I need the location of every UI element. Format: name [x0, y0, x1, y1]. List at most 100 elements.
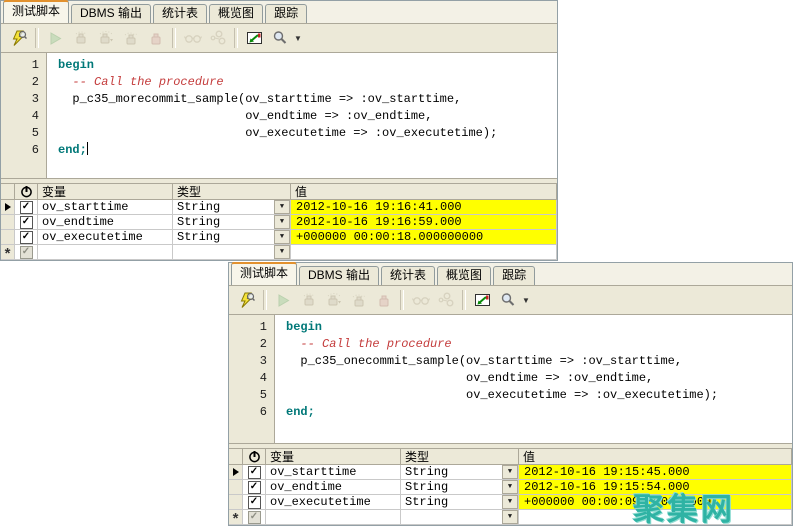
type-dropdown-button[interactable]: ▼	[274, 215, 290, 229]
value-cell[interactable]: 2012-10-16 19:15:45.000	[519, 465, 792, 479]
type-cell[interactable]: String▼	[401, 495, 519, 509]
checkbox-icon[interactable]: ✓	[248, 466, 261, 479]
code-area[interactable]: begin -- Call the procedure p_c35_onecom…	[275, 315, 792, 443]
run-icon[interactable]	[44, 27, 67, 49]
checkbox-icon[interactable]: ✓	[248, 481, 261, 494]
sql-editor[interactable]: 123456 begin -- Call the procedure p_c35…	[229, 315, 792, 443]
tab-test-script[interactable]: 测试脚本	[3, 0, 69, 23]
value-cell[interactable]: 2012-10-16 19:16:59.000	[291, 215, 557, 229]
run-icon[interactable]	[272, 289, 295, 311]
type-cell[interactable]: ▼	[401, 510, 519, 524]
toggle-column-header[interactable]	[15, 184, 38, 199]
checkbox-cell[interactable]: ✓	[243, 480, 266, 494]
checkbox-cell[interactable]: ✓	[15, 230, 38, 244]
tab-overview[interactable]: 概览图	[437, 266, 491, 285]
step-out-icon[interactable]	[119, 27, 142, 49]
test-window-1: 测试脚本DBMS 输出统计表概览图跟踪 ▼ 123456 begin -- Ca…	[0, 0, 558, 261]
step-over-icon[interactable]	[322, 289, 345, 311]
tab-statistics[interactable]: 统计表	[381, 266, 435, 285]
checkbox-icon[interactable]: ✓	[20, 201, 33, 214]
type-cell[interactable]: String▼	[173, 230, 291, 244]
checkbox-icon[interactable]: ✓	[248, 496, 261, 509]
step-into-icon[interactable]	[297, 289, 320, 311]
tab-trace[interactable]: 跟踪	[265, 4, 307, 23]
type-cell[interactable]: String▼	[401, 465, 519, 479]
tab-dbms-output[interactable]: DBMS 输出	[71, 4, 151, 23]
checkbox-icon[interactable]: ✓	[20, 216, 33, 229]
variable-name-cell[interactable]	[266, 510, 401, 524]
sql-editor[interactable]: 123456 begin -- Call the procedure p_c35…	[1, 53, 557, 178]
row-selector-cell[interactable]	[229, 480, 243, 494]
stop-icon[interactable]	[144, 27, 167, 49]
stop-icon[interactable]	[372, 289, 395, 311]
profiler-icon[interactable]	[243, 27, 266, 49]
test-script-icon[interactable]	[235, 289, 258, 311]
checkbox-cell[interactable]: ✓	[15, 200, 38, 214]
checkbox-cell[interactable]: ✓	[15, 215, 38, 229]
row-selector-cell[interactable]	[1, 215, 15, 229]
step-out-icon[interactable]	[347, 289, 370, 311]
type-dropdown-button[interactable]: ▼	[274, 200, 290, 214]
checkbox-cell[interactable]: ✓	[243, 510, 266, 524]
checkbox-icon[interactable]: ✓	[20, 246, 33, 259]
row-selector-cell[interactable]	[229, 465, 243, 479]
value-cell[interactable]	[291, 245, 557, 259]
type-dropdown-button[interactable]: ▼	[502, 480, 518, 494]
type-cell[interactable]: ▼	[173, 245, 291, 259]
checkbox-cell[interactable]: ✓	[15, 245, 38, 259]
code-area[interactable]: begin -- Call the procedure p_c35_moreco…	[47, 53, 557, 178]
tab-trace[interactable]: 跟踪	[493, 266, 535, 285]
type-dropdown-button[interactable]: ▼	[502, 465, 518, 479]
row-selector-cell[interactable]	[1, 230, 15, 244]
tab-dbms-output[interactable]: DBMS 输出	[299, 266, 379, 285]
value-cell[interactable]: +000000 00:00:18.000000000	[291, 230, 557, 244]
search-icon[interactable]	[496, 289, 519, 311]
profiler-icon[interactable]	[471, 289, 494, 311]
checkbox-icon[interactable]: ✓	[248, 511, 261, 524]
type-dropdown-button[interactable]: ▼	[274, 230, 290, 244]
variable-name-cell[interactable]: ov_executetime	[38, 230, 173, 244]
checkbox-icon[interactable]: ✓	[20, 231, 33, 244]
checkbox-cell[interactable]: ✓	[243, 495, 266, 509]
tab-test-script[interactable]: 测试脚本	[231, 262, 297, 285]
bind-variables-icon[interactable]	[434, 289, 457, 311]
checkbox-cell[interactable]: ✓	[243, 465, 266, 479]
variable-name-cell[interactable]: ov_endtime	[266, 480, 401, 494]
row-selector-cell[interactable]	[229, 495, 243, 509]
type-dropdown-button[interactable]: ▼	[274, 245, 290, 259]
value-column-header[interactable]: 值	[519, 449, 792, 464]
dropdown-caret-icon[interactable]: ▼	[294, 34, 302, 43]
step-over-icon[interactable]	[94, 27, 117, 49]
test-script-icon[interactable]	[7, 27, 30, 49]
watch-icon[interactable]	[409, 289, 432, 311]
toggle-column-header[interactable]	[243, 449, 266, 464]
variable-name-cell[interactable]	[38, 245, 173, 259]
code-line: ov_endtime => :ov_endtime,	[58, 108, 557, 125]
variable-name-cell[interactable]: ov_endtime	[38, 215, 173, 229]
line-number: 1	[229, 319, 267, 336]
type-column-header[interactable]: 类型	[173, 184, 291, 199]
tab-overview[interactable]: 概览图	[209, 4, 263, 23]
row-selector-cell[interactable]	[1, 200, 15, 214]
type-cell[interactable]: String▼	[401, 480, 519, 494]
value-column-header[interactable]: 值	[291, 184, 557, 199]
bind-variables-icon[interactable]	[206, 27, 229, 49]
variable-name-cell[interactable]: ov_executetime	[266, 495, 401, 509]
variable-name-cell[interactable]: ov_starttime	[266, 465, 401, 479]
variable-column-header[interactable]: 变量	[266, 449, 401, 464]
row-selector-cell[interactable]: *	[229, 510, 243, 524]
type-cell[interactable]: String▼	[173, 200, 291, 214]
row-selector-cell[interactable]: *	[1, 245, 15, 259]
type-dropdown-button[interactable]: ▼	[502, 495, 518, 509]
variable-name-cell[interactable]: ov_starttime	[38, 200, 173, 214]
watch-icon[interactable]	[181, 27, 204, 49]
tab-statistics[interactable]: 统计表	[153, 4, 207, 23]
type-dropdown-button[interactable]: ▼	[502, 510, 518, 524]
type-column-header[interactable]: 类型	[401, 449, 519, 464]
step-into-icon[interactable]	[69, 27, 92, 49]
search-icon[interactable]	[268, 27, 291, 49]
variable-column-header[interactable]: 变量	[38, 184, 173, 199]
type-cell[interactable]: String▼	[173, 215, 291, 229]
value-cell[interactable]: 2012-10-16 19:16:41.000	[291, 200, 557, 214]
dropdown-caret-icon[interactable]: ▼	[522, 296, 530, 305]
